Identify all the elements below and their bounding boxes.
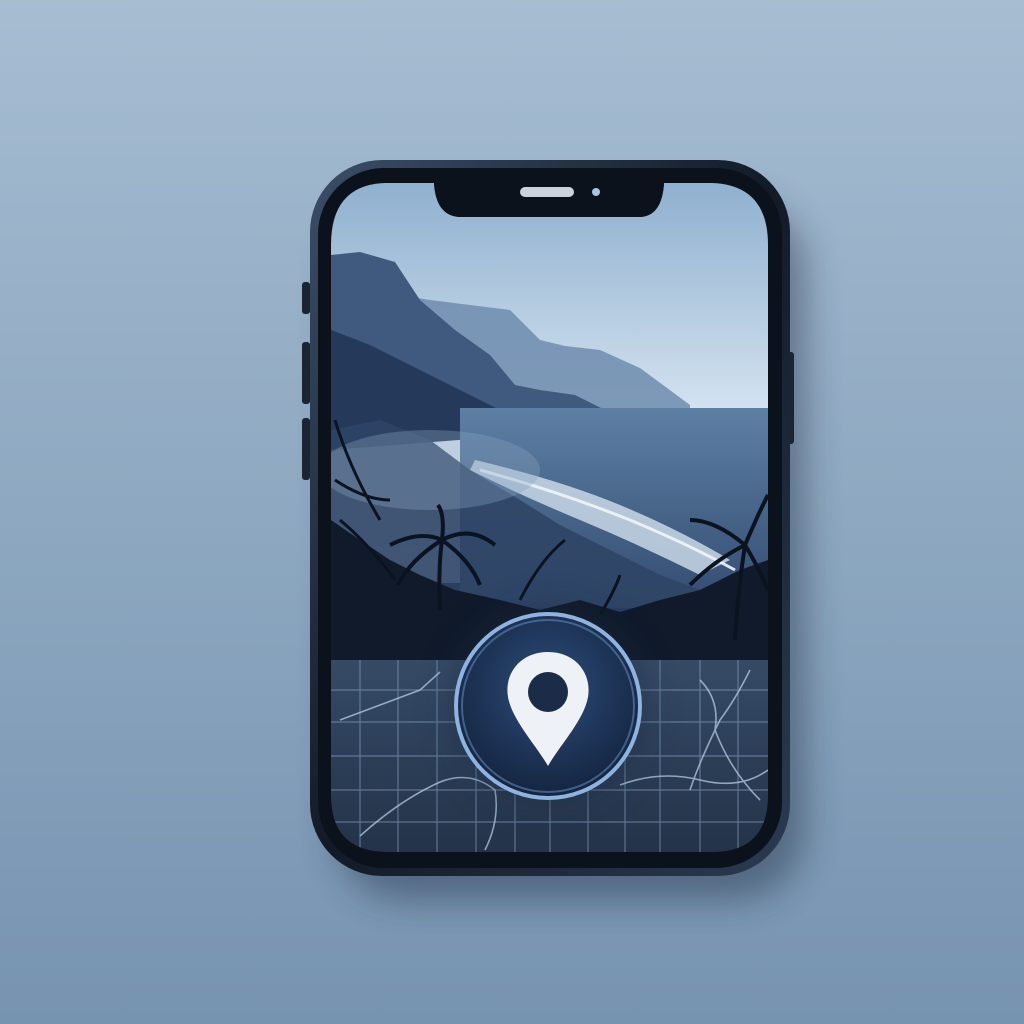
location-button[interactable] <box>452 610 644 802</box>
front-camera <box>592 188 600 196</box>
side-button-volume-down[interactable] <box>302 418 310 480</box>
side-button-volume-up[interactable] <box>302 342 310 404</box>
side-button-mute[interactable] <box>302 282 310 314</box>
speaker-grille <box>520 187 574 197</box>
scene <box>0 0 1024 1024</box>
